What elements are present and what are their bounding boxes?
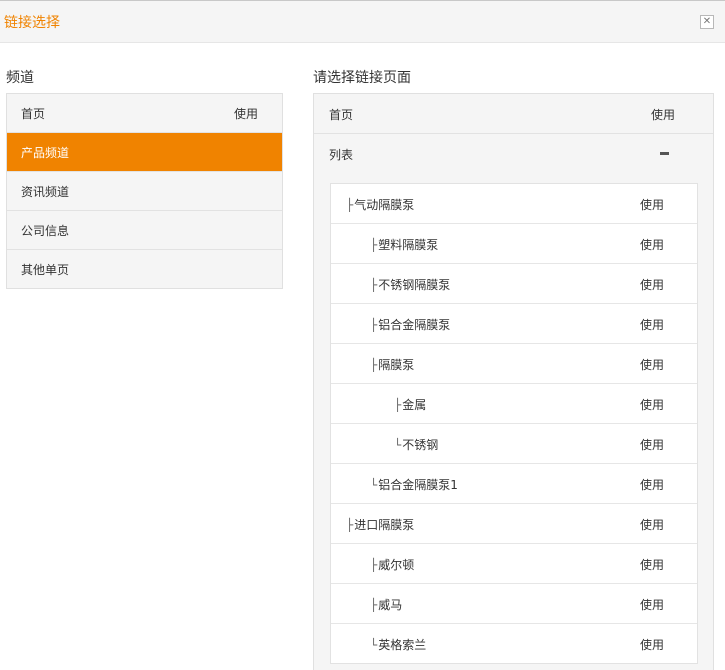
use-button[interactable]: 使用 bbox=[651, 106, 675, 123]
tree-item: └铝合金隔膜泵1 使用 bbox=[331, 463, 697, 503]
tree-branch-icon: ├ bbox=[370, 238, 378, 252]
tree-item-label: 气动隔膜泵 bbox=[354, 198, 415, 212]
tree-item-label: 金属 bbox=[402, 398, 427, 412]
channel-item-label: 首页 bbox=[21, 107, 46, 121]
channel-item-news[interactable]: 资讯频道 bbox=[7, 171, 282, 210]
tree-branch-icon: ├ bbox=[346, 518, 354, 532]
page-row-label: 首页 bbox=[329, 108, 354, 122]
channel-section-title: 频道 bbox=[6, 70, 34, 86]
collapse-icon[interactable] bbox=[660, 152, 669, 155]
tree-item-label: 不锈钢 bbox=[402, 438, 439, 452]
page-row-list: 列表 bbox=[314, 134, 713, 174]
channel-item-label: 公司信息 bbox=[21, 224, 70, 238]
page-row-label: 列表 bbox=[329, 148, 354, 162]
tree-branch-icon: └ bbox=[370, 478, 378, 492]
channel-item-home[interactable]: 首页 使用 bbox=[7, 94, 282, 132]
link-select-dialog: 链接选择 ✕ 频道 请选择链接页面 首页 使用 产品频道 资讯频道 公司信息 其… bbox=[0, 0, 725, 670]
tree-branch-icon: ├ bbox=[370, 318, 378, 332]
tree-branch-icon: ├ bbox=[370, 278, 378, 292]
category-tree: ├气动隔膜泵 使用 ├塑料隔膜泵 使用 ├不锈钢隔膜泵 使用 ├铝合金隔膜泵 使… bbox=[330, 183, 698, 664]
use-button[interactable]: 使用 bbox=[640, 436, 664, 453]
tree-branch-icon: ├ bbox=[346, 198, 354, 212]
channel-item-company[interactable]: 公司信息 bbox=[7, 210, 282, 249]
use-button[interactable]: 使用 bbox=[640, 396, 664, 413]
close-icon[interactable]: ✕ bbox=[700, 15, 714, 29]
use-button[interactable]: 使用 bbox=[640, 276, 664, 293]
use-button[interactable]: 使用 bbox=[640, 516, 664, 533]
tree-item: ├金属 使用 bbox=[331, 383, 697, 423]
use-button[interactable]: 使用 bbox=[640, 356, 664, 373]
tree-branch-icon: ├ bbox=[394, 398, 402, 412]
tree-item: ├进口隔膜泵 使用 bbox=[331, 503, 697, 543]
use-button[interactable]: 使用 bbox=[640, 476, 664, 493]
tree-item-label: 塑料隔膜泵 bbox=[378, 238, 439, 252]
use-button[interactable]: 使用 bbox=[640, 596, 664, 613]
channel-list: 首页 使用 产品频道 资讯频道 公司信息 其他单页 bbox=[6, 93, 283, 289]
use-button[interactable]: 使用 bbox=[640, 236, 664, 253]
tree-item: └英格索兰 使用 bbox=[331, 623, 697, 663]
tree-branch-icon: └ bbox=[394, 438, 402, 452]
channel-item-label: 资讯频道 bbox=[21, 185, 70, 199]
tree-item: ├塑料隔膜泵 使用 bbox=[331, 223, 697, 263]
page-row-home: 首页 使用 bbox=[314, 94, 713, 134]
tree-item: └不锈钢 使用 bbox=[331, 423, 697, 463]
tree-item: ├威马 使用 bbox=[331, 583, 697, 623]
tree-branch-icon: ├ bbox=[370, 558, 378, 572]
page-section-title: 请选择链接页面 bbox=[313, 70, 411, 86]
channel-item-products[interactable]: 产品频道 bbox=[7, 132, 282, 171]
use-button[interactable]: 使用 bbox=[640, 196, 664, 213]
tree-item-label: 威尔顿 bbox=[378, 558, 415, 572]
tree-item-label: 铝合金隔膜泵 bbox=[378, 318, 451, 332]
tree-item: ├气动隔膜泵 使用 bbox=[331, 184, 697, 223]
channel-item-other[interactable]: 其他单页 bbox=[7, 249, 282, 288]
tree-item-label: 铝合金隔膜泵1 bbox=[378, 478, 458, 492]
use-button[interactable]: 使用 bbox=[640, 636, 664, 653]
tree-branch-icon: └ bbox=[370, 638, 378, 652]
tree-item-label: 英格索兰 bbox=[378, 638, 427, 652]
channel-item-label: 其他单页 bbox=[21, 263, 70, 277]
use-button[interactable]: 使用 bbox=[640, 556, 664, 573]
tree-branch-icon: ├ bbox=[370, 598, 378, 612]
channel-item-label: 产品频道 bbox=[21, 146, 70, 160]
tree-item: ├威尔顿 使用 bbox=[331, 543, 697, 583]
tree-item-label: 进口隔膜泵 bbox=[354, 518, 415, 532]
use-button[interactable]: 使用 bbox=[234, 105, 258, 122]
tree-item: ├铝合金隔膜泵 使用 bbox=[331, 303, 697, 343]
page-select-panel: 首页 使用 列表 ├气动隔膜泵 使用 ├塑料隔膜泵 使用 ├不锈钢隔膜泵 使用 … bbox=[313, 93, 714, 670]
use-button[interactable]: 使用 bbox=[640, 316, 664, 333]
tree-item-label: 威马 bbox=[378, 598, 403, 612]
tree-branch-icon: ├ bbox=[370, 358, 378, 372]
tree-item: ├隔膜泵 使用 bbox=[331, 343, 697, 383]
dialog-title: 链接选择 bbox=[4, 15, 60, 31]
tree-item-label: 隔膜泵 bbox=[378, 358, 415, 372]
tree-item: ├不锈钢隔膜泵 使用 bbox=[331, 263, 697, 303]
dialog-header: 链接选择 ✕ bbox=[0, 1, 725, 43]
tree-item-label: 不锈钢隔膜泵 bbox=[378, 278, 451, 292]
